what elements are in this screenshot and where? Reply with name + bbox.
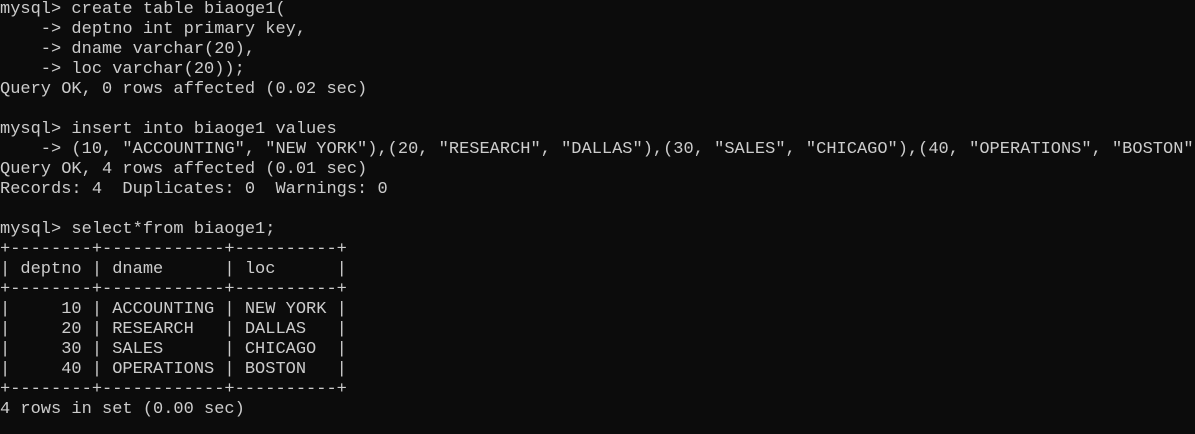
- input-line[interactable]: [0, 420, 1195, 434]
- table-row-line: | 30 | SALES | CHICAGO |: [0, 340, 347, 359]
- prompt-line: mysql> create table biaoge1(: [0, 0, 286, 19]
- result-line: 4 rows in set (0.00 sec): [0, 400, 245, 419]
- table-border-line: +--------+------------+----------+: [0, 240, 347, 259]
- prompt-line: mysql> select*from biaoge1;: [0, 220, 276, 239]
- result-line: Query OK, 0 rows affected (0.02 sec): [0, 80, 368, 99]
- terminal-window[interactable]: mysql> create table biaoge1( -> deptno i…: [0, 0, 1195, 434]
- table-header-line: | deptno | dname | loc |: [0, 260, 347, 279]
- continuation-line: -> deptno int primary key,: [0, 20, 307, 39]
- prompt-line: mysql> insert into biaoge1 values: [0, 120, 337, 139]
- continuation-line: -> loc varchar(20));: [0, 60, 245, 79]
- result-line: Records: 4 Duplicates: 0 Warnings: 0: [0, 180, 388, 199]
- table-row-line: | 10 | ACCOUNTING | NEW YORK |: [0, 300, 347, 319]
- table-border-line: +--------+------------+----------+: [0, 380, 347, 399]
- table-row-line: | 20 | RESEARCH | DALLAS |: [0, 320, 347, 339]
- result-line: Query OK, 4 rows affected (0.01 sec): [0, 160, 368, 179]
- continuation-line: -> dname varchar(20),: [0, 40, 256, 59]
- continuation-line: -> (10, "ACCOUNTING", "NEW YORK"),(20, "…: [0, 140, 1195, 159]
- table-border-line: +--------+------------+----------+: [0, 280, 347, 299]
- table-row-line: | 40 | OPERATIONS | BOSTON |: [0, 360, 347, 379]
